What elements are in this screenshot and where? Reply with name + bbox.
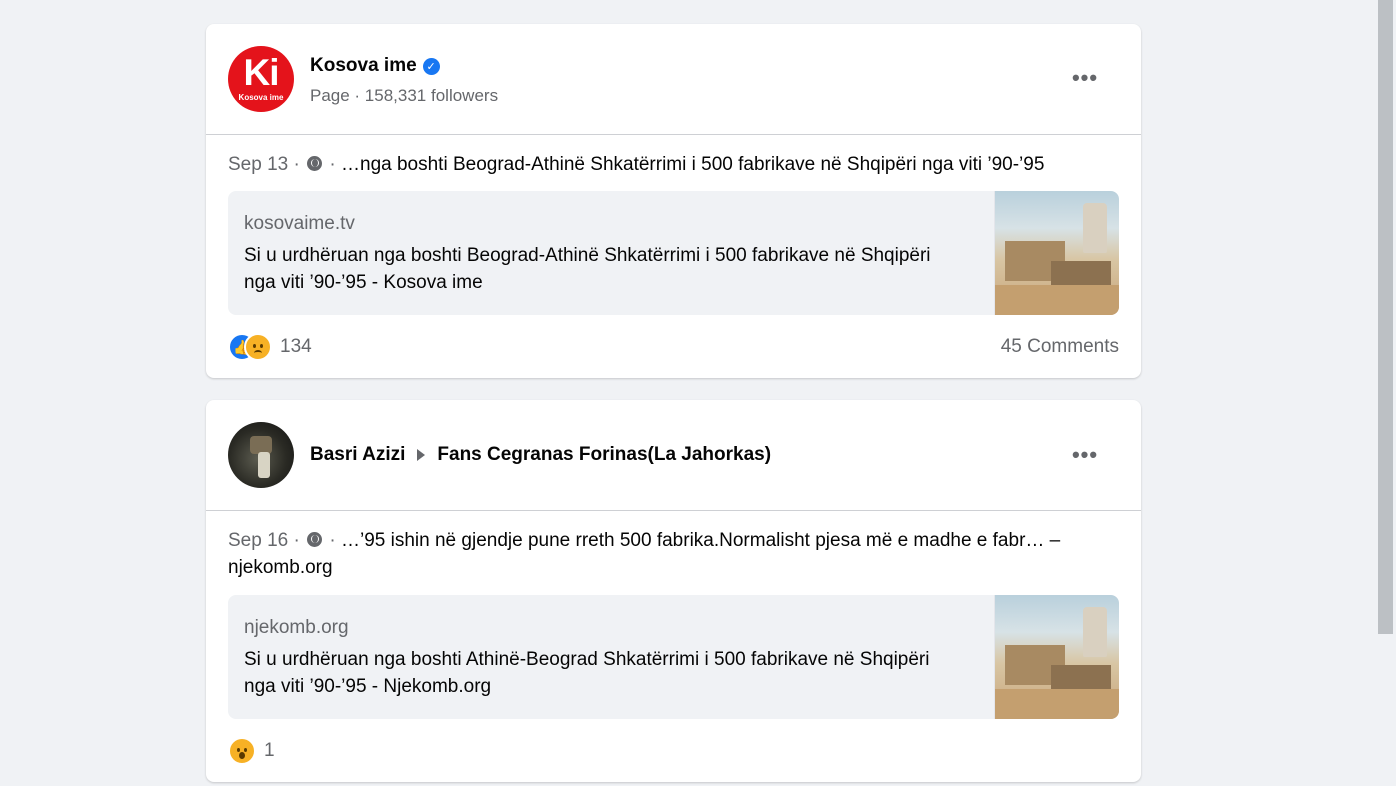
- more-options-button[interactable]: •••: [1065, 58, 1105, 98]
- arrow-right-icon: [417, 449, 426, 461]
- avatar-logo-subtext: Kosova ime: [238, 93, 284, 102]
- verified-badge-icon: ✓: [422, 57, 440, 75]
- link-preview[interactable]: kosovaime.tv Si u urdhëruan nga boshti B…: [228, 191, 1119, 315]
- link-domain: njekomb.org: [244, 617, 349, 638]
- reaction-count: 1: [264, 740, 275, 761]
- link-domain: kosovaime.tv: [244, 213, 355, 234]
- page-meta: Page · 158,331 followers: [310, 86, 499, 105]
- reactions-summary[interactable]: 👍 134: [228, 333, 312, 361]
- wow-icon: [228, 737, 256, 765]
- more-options-button[interactable]: •••: [1065, 435, 1105, 475]
- page-avatar[interactable]: Ki Kosova ime: [228, 46, 294, 112]
- meta-separator: ·: [329, 154, 336, 175]
- group-name[interactable]: Fans Cegranas Forinas(La Jahorkas): [437, 444, 771, 466]
- post-text: Sep 13 · · …nga boshti Beograd-Athinë Sh…: [228, 151, 1119, 178]
- scrollbar-thumb[interactable]: [1378, 0, 1393, 634]
- avatar-logo-text: Ki: [243, 52, 280, 93]
- post-text: Sep 16 · · …’95 ishin në gjendje pune rr…: [228, 527, 1119, 581]
- reactions-summary[interactable]: 1: [228, 737, 275, 765]
- link-title: Si u urdhëruan nga boshti Athinë-Beograd…: [244, 649, 930, 697]
- comments-count[interactable]: 45 Comments: [1001, 336, 1119, 358]
- user-avatar[interactable]: [228, 422, 294, 488]
- author-name[interactable]: Basri Azizi: [310, 444, 405, 466]
- sad-icon: [244, 333, 272, 361]
- post-header: Basri Azizi Fans Cegranas Forinas(La Jah…: [206, 400, 1141, 511]
- post-date[interactable]: Sep 16 ·: [228, 530, 300, 551]
- globe-icon: [307, 532, 323, 547]
- post-card: Basri Azizi Fans Cegranas Forinas(La Jah…: [206, 400, 1141, 782]
- author-group-row: Basri Azizi Fans Cegranas Forinas(La Jah…: [310, 444, 771, 466]
- link-preview[interactable]: njekomb.org Si u urdhëruan nga boshti At…: [228, 595, 1119, 719]
- link-title: Si u urdhëruan nga boshti Beograd-Athinë…: [244, 245, 931, 293]
- meta-separator: ·: [329, 530, 336, 551]
- post-header: Ki Kosova ime Kosova ime ✓ Page · 158,33…: [206, 24, 1141, 135]
- link-thumbnail: [994, 191, 1119, 315]
- globe-icon: [307, 156, 323, 171]
- post-card: Ki Kosova ime Kosova ime ✓ Page · 158,33…: [206, 24, 1141, 378]
- author-name-row: Kosova ime ✓: [310, 55, 440, 77]
- post-date[interactable]: Sep 13 ·: [228, 154, 300, 175]
- post-body: …nga boshti Beograd-Athinë Shkatërrimi i…: [341, 154, 1045, 175]
- scrollbar[interactable]: [1376, 0, 1396, 786]
- author-name[interactable]: Kosova ime: [310, 55, 417, 77]
- post-body: …’95 ishin në gjendje pune rreth 500 fab…: [228, 530, 1061, 578]
- reaction-count: 134: [280, 336, 312, 357]
- link-thumbnail: [994, 595, 1119, 719]
